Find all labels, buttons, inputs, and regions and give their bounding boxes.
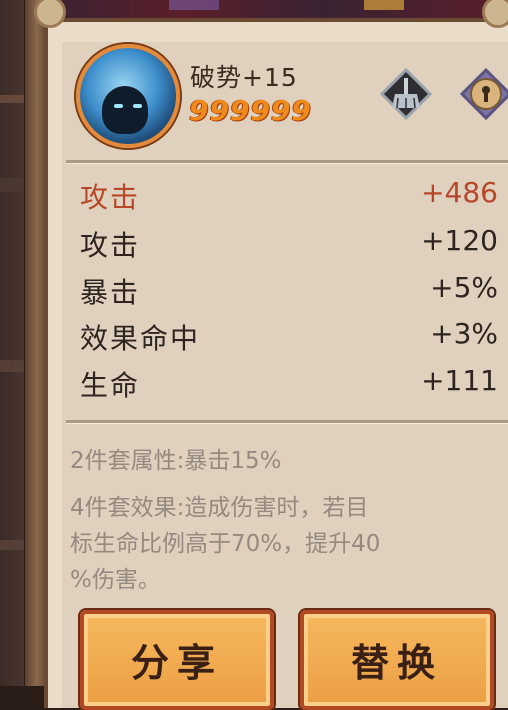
stat-name: 暴击	[80, 276, 141, 309]
broom-diamond-icon[interactable]	[379, 67, 433, 121]
lock-diamond-icon[interactable]	[459, 67, 508, 121]
set-bonus-two-piece: 2件套属性:暴击15%	[70, 448, 282, 474]
divider	[66, 160, 508, 163]
set-bonus-four-piece-line: %伤害。	[70, 567, 161, 593]
stat-name: 攻击	[80, 181, 141, 214]
sub-stat-row: 生命 +111	[80, 360, 498, 404]
sub-stat-row: 暴击 +5%	[80, 267, 498, 311]
stat-value: +486	[421, 176, 498, 209]
sub-stat-row: 攻击 +120	[80, 220, 498, 264]
stat-name: 生命	[80, 369, 141, 402]
stat-value: +3%	[430, 317, 498, 350]
main-stat-row: 攻击 +486	[80, 172, 498, 216]
item-score: 999999	[189, 94, 312, 127]
stat-value: +120	[421, 224, 498, 257]
replace-button-label: 替换	[350, 641, 443, 685]
stat-value: +111	[421, 364, 498, 397]
share-button[interactable]: 分享	[80, 610, 274, 710]
stat-value: +5%	[430, 271, 498, 304]
character-avatar[interactable]	[76, 44, 180, 148]
stat-name: 效果命中	[80, 322, 201, 355]
replace-button[interactable]: 替换	[300, 610, 494, 710]
share-button-label: 分享	[130, 641, 223, 685]
divider	[66, 420, 508, 423]
item-name: 破势+15	[190, 63, 298, 92]
sub-stat-row: 效果命中 +3%	[80, 313, 498, 357]
stat-name: 攻击	[80, 229, 141, 262]
